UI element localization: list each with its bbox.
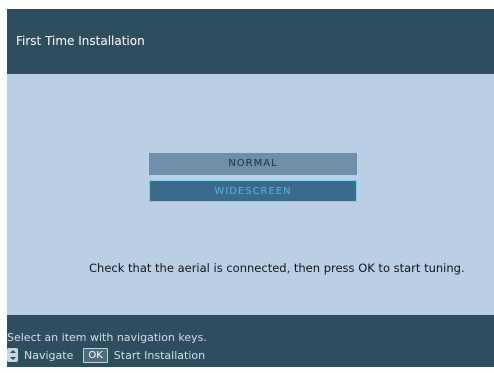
up-down-arrows-icon — [7, 348, 18, 362]
header-bar: First Time Installation — [7, 9, 494, 74]
ok-key-icon: OK — [83, 347, 108, 363]
page-title: First Time Installation — [16, 34, 145, 48]
footer-bar: Select an item with navigation keys. Nav… — [7, 315, 494, 367]
instruction-text: Check that the aerial is connected, then… — [89, 261, 465, 275]
option-widescreen[interactable]: WIDESCREEN — [149, 180, 357, 202]
installation-screen: First Time Installation NORMAL WIDESCREE… — [7, 9, 494, 367]
footer-keys: Navigate OK Start Installation — [7, 347, 205, 363]
navigate-label: Navigate — [24, 348, 74, 362]
start-installation-label: Start Installation — [113, 348, 206, 362]
option-normal[interactable]: NORMAL — [149, 153, 357, 175]
footer-hint: Select an item with navigation keys. — [7, 331, 207, 344]
